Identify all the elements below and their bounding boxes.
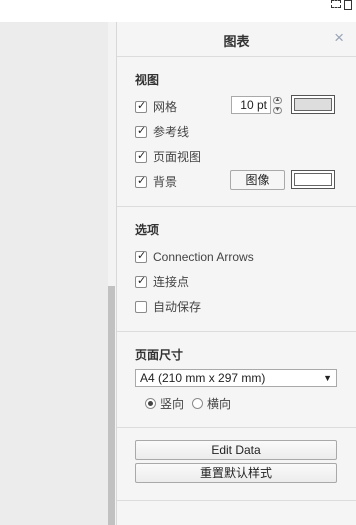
grid-color-fill: [294, 98, 332, 111]
page-icon[interactable]: [344, 0, 352, 10]
grid-size-input[interactable]: 10 pt: [231, 96, 271, 114]
connection-arrows-row: Connection Arrows: [135, 244, 356, 269]
connection-arrows-checkbox[interactable]: [135, 249, 147, 263]
page-size-select[interactable]: A4 (210 mm x 297 mm) ▼: [135, 369, 337, 387]
landscape-radio[interactable]: [192, 397, 204, 409]
panel-header: 图表 ×: [117, 22, 356, 57]
top-bar: [0, 0, 356, 22]
autosave-checkbox[interactable]: [135, 300, 147, 313]
page-view-checkbox[interactable]: [135, 149, 147, 163]
page-view-label: 页面视图: [153, 150, 202, 164]
grid-row: 网格 10 pt ▲ ▼: [135, 94, 356, 119]
landscape-label: 横向: [207, 396, 232, 411]
toolbar-icons: [331, 0, 352, 12]
autosave-label: 自动保存: [153, 300, 202, 314]
portrait-radio[interactable]: [145, 397, 156, 409]
portrait-label: 竖向: [160, 396, 185, 411]
page-size-selected: A4 (210 mm x 297 mm): [140, 371, 266, 385]
page-view-row: 页面视图: [135, 144, 356, 169]
panel-title: 图表: [223, 34, 250, 49]
grid-color-button[interactable]: [291, 95, 335, 114]
spinner-down-icon[interactable]: ▼: [273, 107, 282, 114]
page-size-section-title: 页面尺寸: [135, 348, 184, 362]
connection-points-checkbox[interactable]: [135, 274, 147, 288]
canvas-scrollbar-thumb[interactable]: [108, 286, 115, 525]
reset-style-button[interactable]: 重置默认样式: [135, 463, 337, 483]
background-image-button[interactable]: 图像: [230, 170, 285, 190]
guides-checkbox[interactable]: [135, 124, 147, 138]
page-size-section: 页面尺寸 A4 (210 mm x 297 mm) ▼ 竖向 横向: [117, 332, 356, 428]
guides-row: 参考线: [135, 119, 356, 144]
background-row: 背景 图像: [135, 169, 356, 194]
diagram-canvas[interactable]: [0, 22, 108, 525]
close-icon[interactable]: ×: [334, 28, 344, 48]
options-section-title: 选项: [135, 223, 160, 237]
grid-checkbox[interactable]: [135, 99, 147, 113]
edit-data-button[interactable]: Edit Data: [135, 440, 337, 460]
background-color-button[interactable]: [291, 170, 335, 189]
guides-label: 参考线: [153, 125, 190, 139]
spinner-up-icon[interactable]: ▲: [273, 97, 282, 104]
autosave-row: 自动保存: [135, 294, 356, 319]
background-color-fill: [294, 173, 332, 186]
format-panel: 图表 × 视图 网格 10 pt ▲ ▼ 参考线 页面视图 背景: [116, 22, 356, 525]
chevron-down-icon: ▼: [323, 373, 332, 383]
fit-page-icon[interactable]: [331, 0, 341, 8]
background-label: 背景: [153, 175, 178, 189]
grid-size-spinner[interactable]: ▲ ▼: [273, 97, 283, 114]
grid-label: 网格: [153, 100, 178, 114]
connection-points-row: 连接点: [135, 269, 356, 294]
actions-section: Edit Data 重置默认样式: [117, 428, 356, 501]
background-checkbox[interactable]: [135, 174, 147, 188]
connection-points-label: 连接点: [153, 275, 190, 289]
view-section: 视图 网格 10 pt ▲ ▼ 参考线 页面视图 背景 图像: [117, 57, 356, 207]
orientation-row: 竖向 横向: [145, 391, 356, 415]
options-section: 选项 Connection Arrows 连接点 自动保存: [117, 207, 356, 332]
view-section-title: 视图: [135, 73, 160, 87]
connection-arrows-label: Connection Arrows: [153, 249, 254, 264]
